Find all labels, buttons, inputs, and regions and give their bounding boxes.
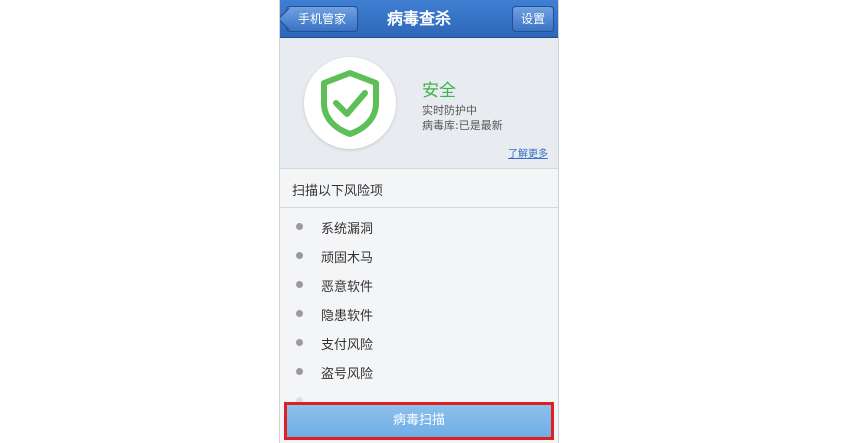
bullet-icon [296,223,303,230]
virus-scan-button[interactable]: 病毒扫描 [287,405,551,437]
bullet-icon [296,339,303,346]
bullet-icon [296,368,303,375]
phone-screen: 病毒查杀 手机管家 设置 安全 实时防护中 病毒库:已是最新 了解更多 扫描以下… [279,0,559,443]
bullet-icon [296,252,303,259]
scan-items-heading: 扫描以下风险项 [292,184,384,199]
risk-item-label: 支付风险 [321,338,374,353]
top-bar: 病毒查杀 手机管家 设置 [280,0,558,38]
list-item: 隐患软件 [280,299,558,328]
back-button[interactable]: 手机管家 [286,6,358,32]
divider [280,207,558,208]
back-button-label: 手机管家 [297,12,346,26]
shield-badge [304,57,396,149]
list-item: 恶意软件 [280,270,558,299]
divider [280,168,558,169]
shield-check-icon [321,70,379,137]
learn-more-link[interactable]: 了解更多 [508,145,548,160]
bullet-icon [296,281,303,288]
status-title: 安全 [422,81,456,101]
risk-item-label: 恶意软件 [321,280,374,295]
settings-button[interactable]: 设置 [512,6,554,32]
security-status-panel: 安全 实时防护中 病毒库:已是最新 了解更多 [280,38,558,168]
bullet-icon [296,310,303,317]
risk-item-label: 隐患软件 [321,309,374,324]
risk-item-label: 系统漏洞 [321,222,374,237]
realtime-protection-status: 实时防护中 [422,104,477,117]
list-item: 顽固木马 [280,241,558,270]
list-item: 系统漏洞 [280,212,558,241]
risk-item-label: 顽固木马 [321,251,374,266]
risk-item-label: 盗号风险 [321,367,374,382]
virus-db-status: 病毒库:已是最新 [422,119,503,132]
list-item: 盗号风险 [280,357,558,386]
list-item: 支付风险 [280,328,558,357]
